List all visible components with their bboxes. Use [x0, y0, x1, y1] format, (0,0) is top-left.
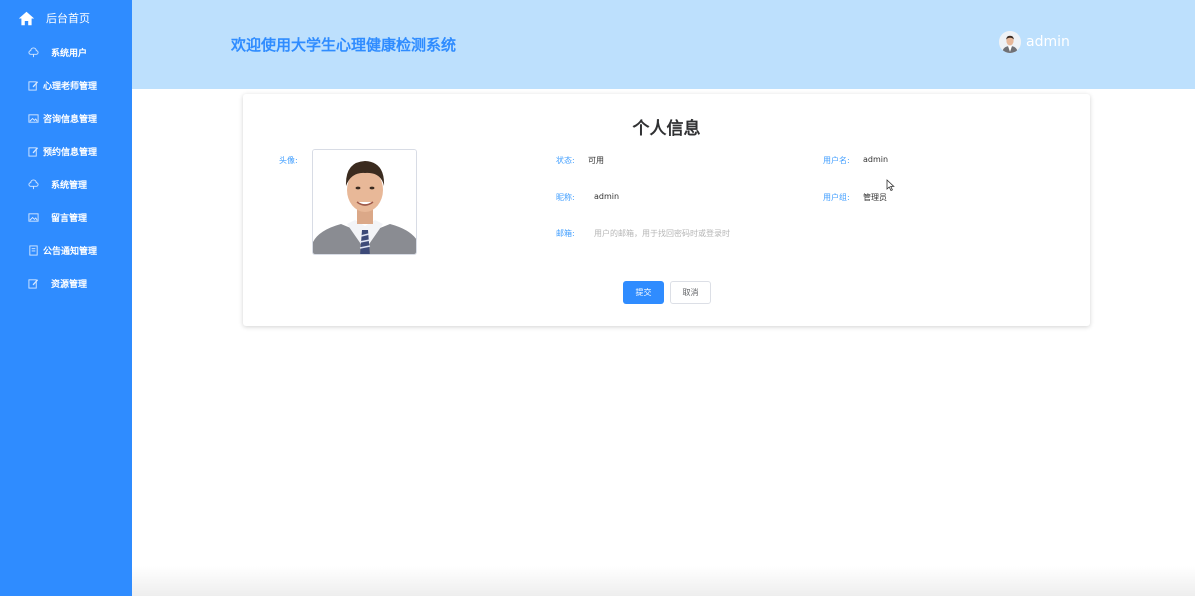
avatar[interactable] — [999, 31, 1021, 53]
footer-strip — [132, 566, 1195, 596]
username-field-label: 用户名: — [823, 156, 850, 165]
cloud-icon — [27, 179, 39, 191]
sidebar-item-system-users[interactable]: 系统用户 — [0, 36, 132, 69]
username-value: admin — [863, 155, 889, 164]
avatar-upload[interactable] — [312, 149, 417, 255]
page-title: 欢迎使用大学生心理健康检测系统 — [231, 36, 457, 54]
sidebar-item-resources[interactable]: 资源管理 — [0, 267, 132, 300]
sidebar-item-label: 咨询信息管理 — [43, 115, 98, 125]
document-icon — [27, 245, 39, 257]
email-field[interactable]: 用户的邮箱，用于找回密码时或登录时 — [594, 228, 730, 239]
picture-icon — [27, 212, 39, 224]
username-label[interactable]: admin — [1026, 34, 1070, 50]
user-menu[interactable]: admin — [999, 31, 1070, 53]
status-value: 可用 — [588, 156, 604, 165]
submit-button[interactable]: 提交 — [623, 281, 664, 304]
nickname-field[interactable]: admin — [594, 192, 619, 201]
card-title: 个人信息 — [632, 119, 701, 139]
group-value: 管理员 — [863, 193, 887, 202]
sidebar-item-label: 系统管理 — [51, 181, 88, 191]
sidebar-item-messages[interactable]: 留言管理 — [0, 201, 132, 234]
avatar-label: 头像: — [279, 156, 298, 165]
email-label: 邮箱: — [556, 229, 575, 238]
sidebar-item-system[interactable]: 系统管理 — [0, 168, 132, 201]
profile-photo — [313, 150, 416, 254]
cloud-icon — [27, 47, 39, 59]
picture-icon — [27, 113, 39, 125]
sidebar-item-label: 公告通知管理 — [43, 247, 98, 257]
edit-icon — [27, 278, 39, 290]
mouse-cursor-icon — [886, 179, 895, 191]
sidebar-item-home[interactable]: 后台首页 — [0, 0, 132, 36]
sidebar-item-appointments[interactable]: 预约信息管理 — [0, 135, 132, 168]
profile-card: 个人信息 头像: 状态: 可用 用户名: admin 昵称: admin 用户组… — [243, 94, 1090, 326]
group-label: 用户组: — [823, 193, 850, 202]
sidebar-item-label: 预约信息管理 — [43, 148, 98, 158]
sidebar-item-label: 资源管理 — [51, 280, 88, 290]
edit-icon — [27, 80, 39, 92]
sidebar-item-label: 留言管理 — [51, 214, 88, 224]
sidebar: 后台首页 系统用户 心理老师管理 咨询信息管理 预约信息管理 系统管理 留言管理… — [0, 0, 132, 596]
sidebar-item-notices[interactable]: 公告通知管理 — [0, 234, 132, 267]
home-icon — [18, 11, 35, 25]
cancel-button[interactable]: 取消 — [670, 281, 711, 304]
sidebar-item-consult[interactable]: 咨询信息管理 — [0, 102, 132, 135]
sidebar-home-label: 后台首页 — [46, 12, 90, 25]
sidebar-item-teachers[interactable]: 心理老师管理 — [0, 69, 132, 102]
sidebar-item-label: 心理老师管理 — [43, 82, 98, 92]
sidebar-item-label: 系统用户 — [51, 49, 88, 59]
edit-icon — [27, 146, 39, 158]
nickname-label: 昵称: — [556, 193, 575, 202]
status-label: 状态: — [556, 156, 575, 165]
header: 欢迎使用大学生心理健康检测系统 admin — [132, 0, 1195, 89]
